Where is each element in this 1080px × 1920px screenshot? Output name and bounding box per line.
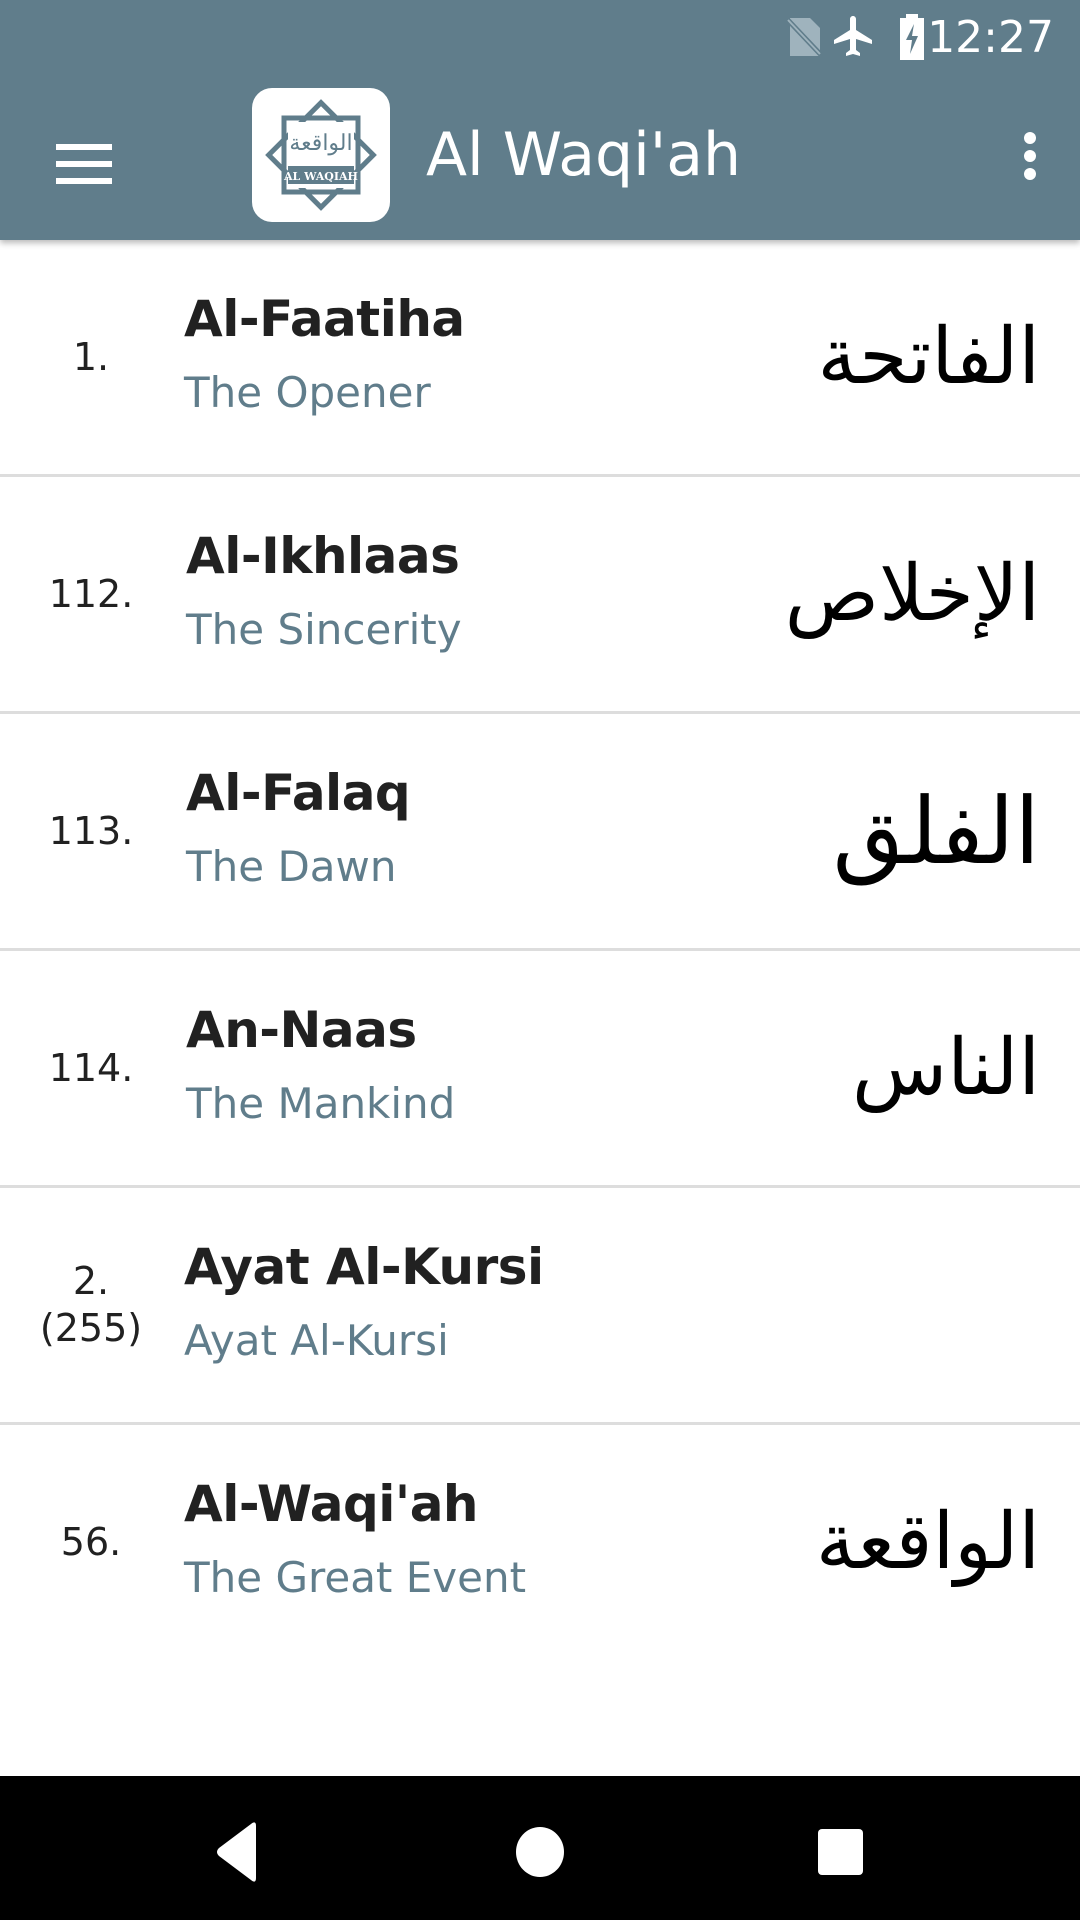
no-sim-icon: [784, 16, 824, 63]
surah-name: An-Naas: [186, 1001, 417, 1059]
surah-number: 113.: [48, 808, 134, 853]
list-item[interactable]: 56. Al-Waqi'ah The Great Event الواقعة: [0, 1425, 1080, 1659]
list-item[interactable]: 2. (255) Ayat Al-Kursi Ayat Al-Kursi: [0, 1188, 1080, 1425]
home-icon: [516, 1827, 564, 1877]
surah-names: Al-Faatiha The Opener: [184, 290, 465, 417]
back-button[interactable]: [196, 1812, 286, 1892]
surah-name: Al-Ikhlaas: [186, 527, 460, 585]
surah-number-block: 1.: [0, 240, 182, 474]
app-bar: 12:27 الواقعة AL WAQIAH Al Waqi'ah: [0, 0, 1080, 240]
surah-translation: The Dawn: [186, 842, 397, 891]
list-item[interactable]: 114. An-Naas The Mankind الناس: [0, 951, 1080, 1188]
surah-name: Al-Falaq: [186, 764, 411, 822]
surah-number-block: 56.: [0, 1425, 182, 1659]
surah-number-block: 114.: [0, 951, 182, 1185]
more-dot: [1024, 168, 1036, 180]
surah-number: 56.: [60, 1519, 122, 1564]
toolbar: الواقعة AL WAQIAH Al Waqi'ah: [0, 72, 1080, 240]
surah-number-block: 112.: [0, 477, 182, 711]
back-icon: [217, 1822, 256, 1882]
hamburger-menu-icon: [56, 144, 112, 150]
surah-translation: The Sincerity: [186, 605, 462, 654]
surah-names: Ayat Al-Kursi Ayat Al-Kursi: [184, 1238, 544, 1365]
battery-charging-icon: [896, 12, 928, 65]
logo-arabic: الواقعة: [289, 131, 352, 156]
surah-number-block: 2. (255): [0, 1188, 182, 1422]
surah-arabic-calligraphy: الناس: [852, 1023, 1040, 1113]
surah-number-block: 113.: [0, 714, 182, 948]
app-logo: الواقعة AL WAQIAH: [252, 88, 390, 222]
menu-button[interactable]: [40, 116, 128, 196]
surah-names: Al-Waqi'ah The Great Event: [184, 1475, 526, 1602]
surah-arabic-calligraphy: الفاتحة: [817, 312, 1040, 402]
surah-name: Al-Faatiha: [184, 290, 465, 348]
more-vert-icon: [1024, 132, 1036, 144]
recents-button[interactable]: [795, 1812, 885, 1892]
surah-arabic-calligraphy: الإخلاص: [784, 549, 1040, 639]
status-time: 12:27: [927, 12, 1054, 63]
status-bar: 12:27: [0, 0, 1080, 72]
hamburger-line: [56, 161, 112, 167]
overflow-menu-button[interactable]: [998, 116, 1062, 196]
star-logo-icon: الواقعة AL WAQIAH: [265, 99, 377, 211]
surah-names: Al-Ikhlaas The Sincerity: [186, 527, 462, 654]
airplane-mode-icon: [830, 12, 878, 65]
surah-translation: The Mankind: [186, 1079, 456, 1128]
surah-number: 112.: [48, 571, 134, 616]
surah-name: Ayat Al-Kursi: [184, 1238, 544, 1296]
surah-number: 2.: [72, 1259, 110, 1303]
surah-arabic-calligraphy: الواقعة: [815, 1497, 1040, 1587]
surah-translation: The Opener: [184, 368, 431, 417]
surah-arabic-calligraphy: الفلق: [832, 777, 1040, 885]
surah-number: 114.: [48, 1045, 134, 1090]
surah-name: Al-Waqi'ah: [184, 1475, 479, 1533]
logo-text: AL WAQIAH: [283, 170, 358, 183]
page-title: Al Waqi'ah: [426, 120, 742, 190]
surah-list: 1. Al-Faatiha The Opener الفاتحة 112. Al…: [0, 240, 1080, 1659]
recents-icon: [818, 1829, 863, 1875]
navigation-bar: [0, 1776, 1080, 1920]
more-dot: [1024, 150, 1036, 162]
surah-names: Al-Falaq The Dawn: [186, 764, 411, 891]
list-item[interactable]: 112. Al-Ikhlaas The Sincerity الإخلاص: [0, 477, 1080, 714]
verse-number: (255): [39, 1306, 143, 1350]
hamburger-line: [56, 178, 112, 184]
home-button[interactable]: [495, 1812, 585, 1892]
surah-names: An-Naas The Mankind: [186, 1001, 455, 1128]
list-item[interactable]: 113. Al-Falaq The Dawn الفلق: [0, 714, 1080, 951]
surah-number: 1.: [72, 334, 110, 379]
surah-translation: The Great Event: [184, 1553, 527, 1602]
list-item[interactable]: 1. Al-Faatiha The Opener الفاتحة: [0, 240, 1080, 477]
surah-translation: Ayat Al-Kursi: [184, 1316, 449, 1365]
